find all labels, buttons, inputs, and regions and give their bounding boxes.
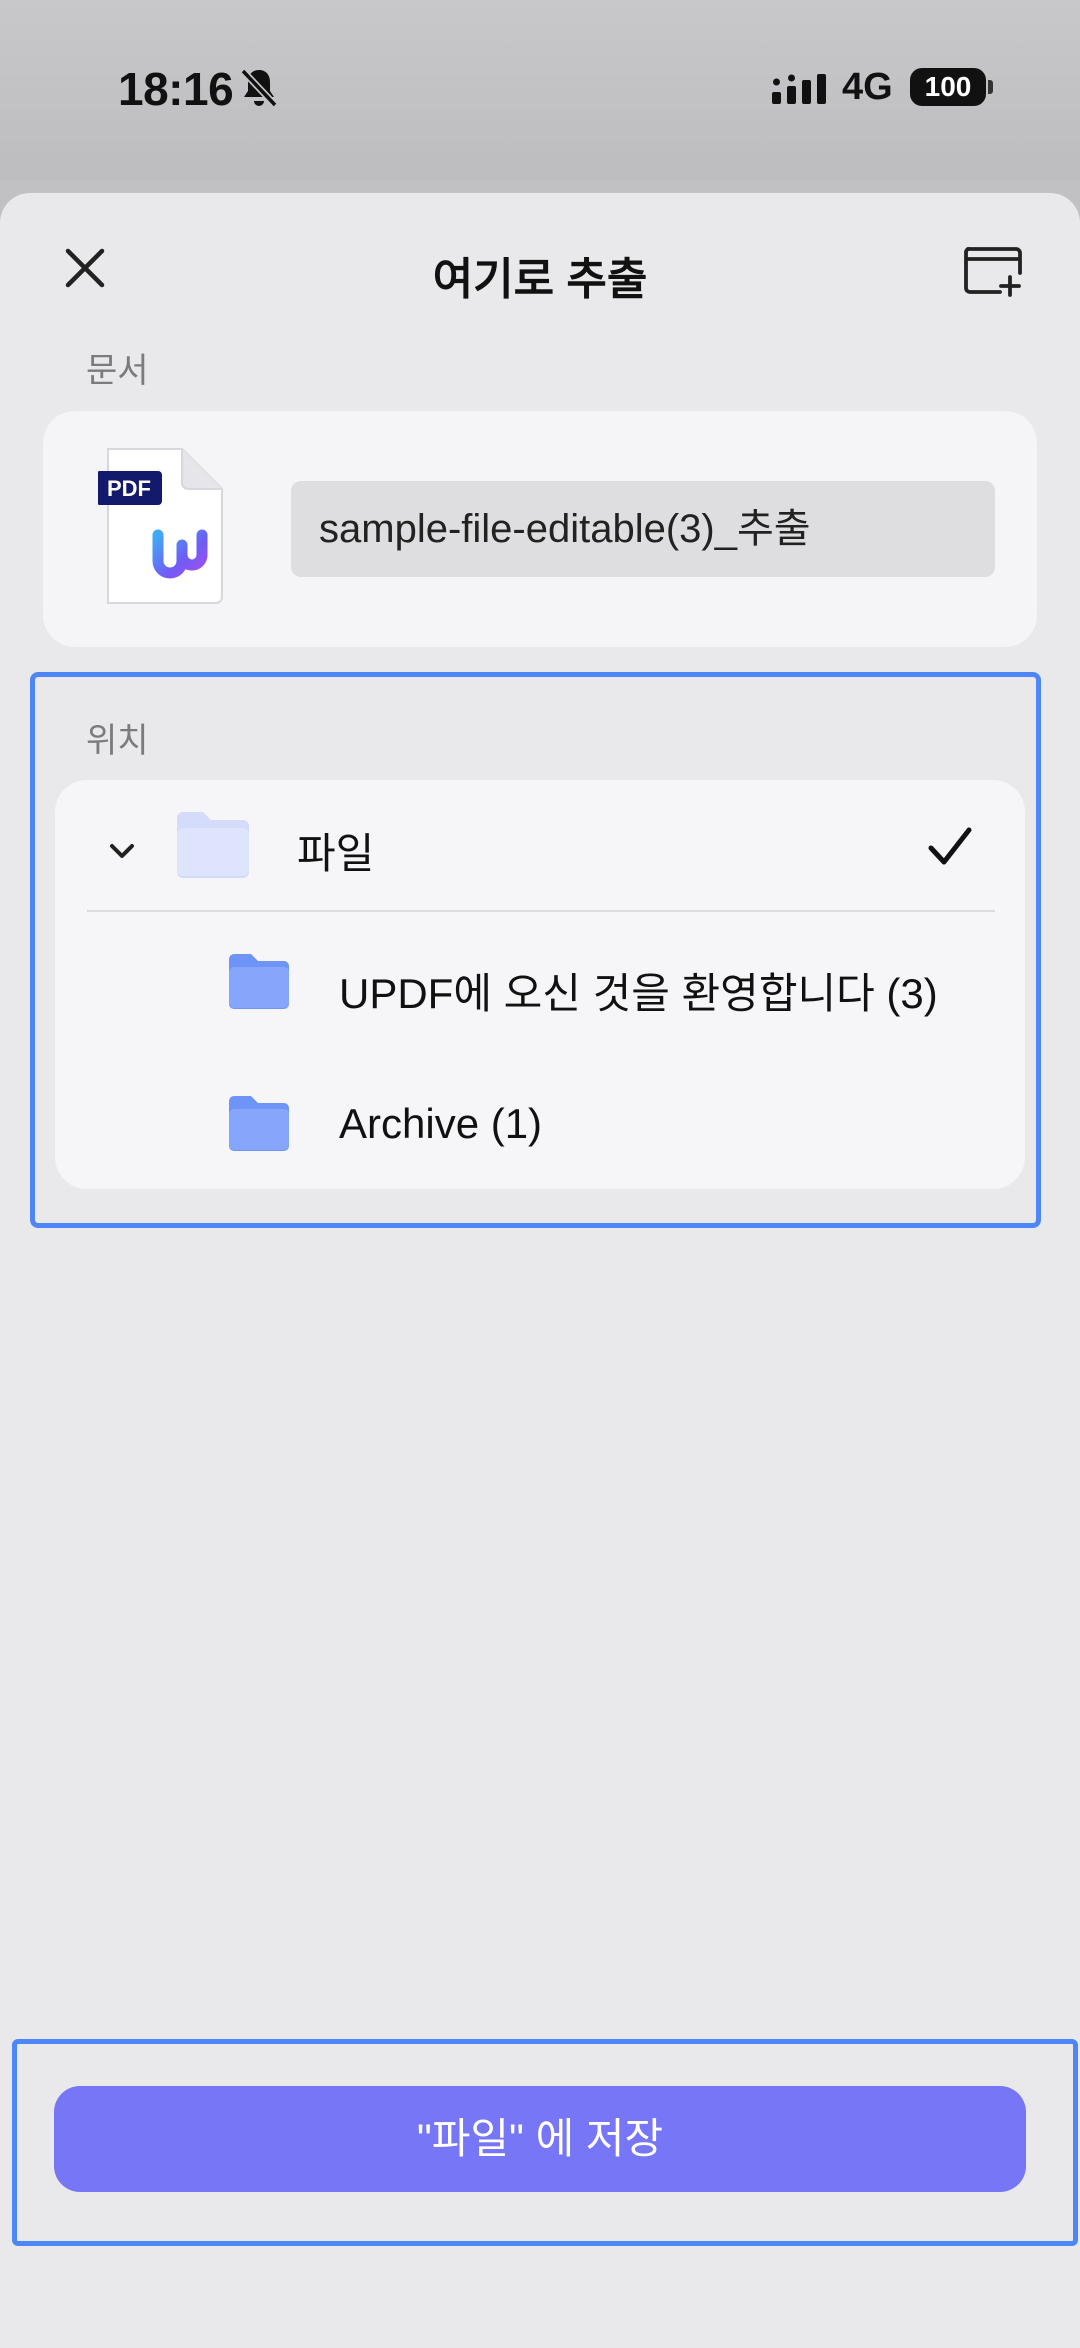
- status-bar: 18:16 4G 100: [0, 0, 1080, 180]
- tree-row-child-2[interactable]: Archive (1): [55, 1052, 1025, 1188]
- child-folder-label: Archive (1): [339, 1100, 543, 1147]
- battery-level: 100: [924, 71, 972, 102]
- document-section-label: 문서: [86, 352, 149, 390]
- folder-tree: 파일 UPDF에 오신 것을 환영합니다 (3) Archive (1): [55, 780, 1025, 1189]
- document-card: PDF: [43, 411, 1037, 647]
- checkmark-icon: [928, 827, 972, 865]
- bell-slash-icon: [240, 68, 278, 108]
- network-type: 4G: [842, 66, 893, 108]
- new-folder-icon[interactable]: [962, 239, 1024, 297]
- pdf-file-icon: PDF: [98, 448, 223, 604]
- status-time: 18:16: [118, 63, 234, 115]
- folder-icon: [229, 954, 289, 1009]
- location-section-label: 위치: [86, 722, 149, 760]
- save-button[interactable]: "파일" 에 저장: [54, 2086, 1026, 2192]
- root-folder-label: 파일: [297, 830, 375, 877]
- extract-sheet: 여기로 추출 문서 PDF 위치: [0, 193, 1080, 2348]
- sheet-title: 여기로 추출: [432, 255, 648, 304]
- pdf-badge-text: PDF: [107, 476, 151, 501]
- child-folder-label: UPDF에 오신 것을 환영합니다 (3): [339, 970, 938, 1017]
- file-name-input[interactable]: [291, 481, 995, 577]
- chevron-down-icon[interactable]: [107, 840, 137, 862]
- battery-tip: [988, 80, 993, 94]
- battery-indicator: 100: [910, 68, 986, 106]
- folder-icon: [229, 1096, 289, 1151]
- cellular-signal-icon: [772, 74, 826, 104]
- tree-row-child-1[interactable]: UPDF에 오신 것을 환영합니다 (3): [55, 912, 1025, 1050]
- tree-row-root[interactable]: 파일: [55, 780, 1025, 910]
- folder-icon: [177, 812, 249, 878]
